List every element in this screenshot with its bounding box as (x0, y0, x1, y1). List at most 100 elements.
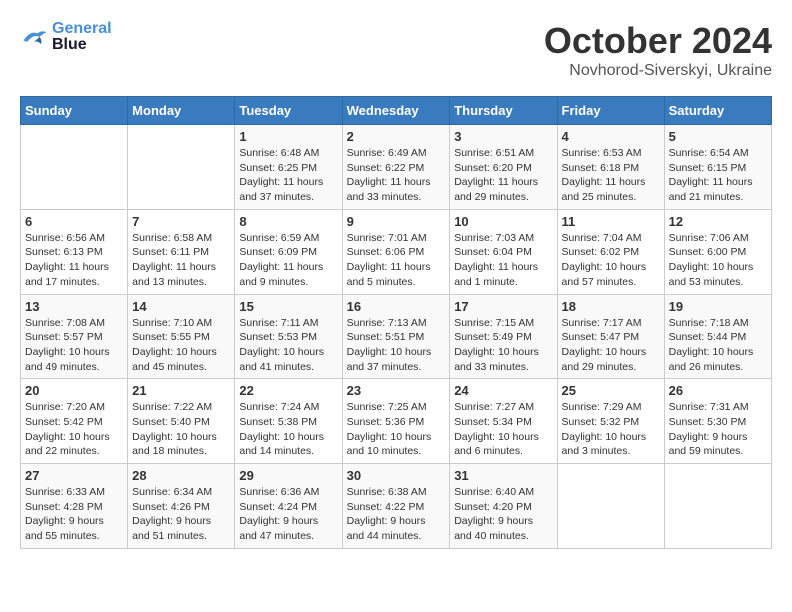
column-header-tuesday: Tuesday (235, 97, 342, 125)
day-info: Sunrise: 7:13 AM Sunset: 5:51 PM Dayligh… (347, 316, 446, 375)
month-title: October 2024 (544, 20, 772, 62)
calendar-table: SundayMondayTuesdayWednesdayThursdayFrid… (20, 96, 772, 549)
calendar-cell: 21Sunrise: 7:22 AM Sunset: 5:40 PM Dayli… (128, 379, 235, 464)
day-info: Sunrise: 6:34 AM Sunset: 4:26 PM Dayligh… (132, 485, 230, 544)
calendar-cell: 24 Sunrise: 7:27 AM Sunset: 5:34 PM Dayli… (450, 379, 557, 464)
day-info: Sunrise: 7:03 AM Sunset: 6:04 PM Dayligh… (454, 231, 552, 290)
calendar-cell: 30Sunrise: 6:38 AM Sunset: 4:22 PM Dayli… (342, 464, 450, 549)
day-number: 28 (132, 468, 230, 483)
day-number: 26 (669, 383, 767, 398)
day-number: 7 (132, 214, 230, 229)
day-info: Sunrise: 7:27 AM Sunset: 5:34 PM Dayligh… (454, 400, 552, 459)
calendar-cell: 22 Sunrise: 7:24 AM Sunset: 5:38 PM Dayli… (235, 379, 342, 464)
day-number: 15 (239, 299, 337, 314)
calendar-cell: 6 Sunrise: 6:56 AM Sunset: 6:13 PM Daylig… (21, 209, 128, 294)
day-info: Sunrise: 6:56 AM Sunset: 6:13 PM Dayligh… (25, 231, 123, 290)
day-number: 17 (454, 299, 552, 314)
calendar-cell: 12 Sunrise: 7:06 AM Sunset: 6:00 PM Dayli… (664, 209, 771, 294)
column-header-monday: Monday (128, 97, 235, 125)
day-number: 22 (239, 383, 337, 398)
day-number: 8 (239, 214, 337, 229)
day-info: Sunrise: 7:06 AM Sunset: 6:00 PM Dayligh… (669, 231, 767, 290)
day-number: 4 (562, 129, 660, 144)
day-number: 20 (25, 383, 123, 398)
day-info: Sunrise: 7:17 AM Sunset: 5:47 PM Dayligh… (562, 316, 660, 375)
day-info: Sunrise: 7:29 AM Sunset: 5:32 PM Dayligh… (562, 400, 660, 459)
day-info: Sunrise: 7:25 AM Sunset: 5:36 PM Dayligh… (347, 400, 446, 459)
day-info: Sunrise: 6:49 AM Sunset: 6:22 PM Dayligh… (347, 146, 446, 205)
day-number: 14 (132, 299, 230, 314)
day-info: Sunrise: 6:59 AM Sunset: 6:09 PM Dayligh… (239, 231, 337, 290)
day-number: 1 (239, 129, 337, 144)
calendar-cell: 3Sunrise: 6:51 AM Sunset: 6:20 PM Daylig… (450, 125, 557, 210)
day-number: 12 (669, 214, 767, 229)
day-number: 25 (562, 383, 660, 398)
page-header: GeneralBlue October 2024 Novhorod-Sivers… (20, 20, 772, 80)
calendar-cell: 1 Sunrise: 6:48 AM Sunset: 6:25 PM Daylig… (235, 125, 342, 210)
calendar-cell: 27 Sunrise: 6:33 AM Sunset: 4:28 PM Dayli… (21, 464, 128, 549)
day-info: Sunrise: 7:20 AM Sunset: 5:42 PM Dayligh… (25, 400, 123, 459)
day-number: 6 (25, 214, 123, 229)
calendar-cell: 17 Sunrise: 7:15 AM Sunset: 5:49 PM Dayli… (450, 294, 557, 379)
day-number: 24 (454, 383, 552, 398)
day-number: 5 (669, 129, 767, 144)
calendar-cell: 10 Sunrise: 7:03 AM Sunset: 6:04 PM Dayli… (450, 209, 557, 294)
day-info: Sunrise: 6:38 AM Sunset: 4:22 PM Dayligh… (347, 485, 446, 544)
day-info: Sunrise: 7:18 AM Sunset: 5:44 PM Dayligh… (669, 316, 767, 375)
calendar-cell: 23 Sunrise: 7:25 AM Sunset: 5:36 PM Dayli… (342, 379, 450, 464)
day-info: Sunrise: 7:10 AM Sunset: 5:55 PM Dayligh… (132, 316, 230, 375)
calendar-cell (21, 125, 128, 210)
calendar-cell: 11Sunrise: 7:04 AM Sunset: 6:02 PM Dayli… (557, 209, 664, 294)
calendar-cell: 14 Sunrise: 7:10 AM Sunset: 5:55 PM Dayli… (128, 294, 235, 379)
day-number: 2 (347, 129, 446, 144)
day-number: 18 (562, 299, 660, 314)
day-number: 10 (454, 214, 552, 229)
day-info: Sunrise: 7:22 AM Sunset: 5:40 PM Dayligh… (132, 400, 230, 459)
calendar-cell: 16 Sunrise: 7:13 AM Sunset: 5:51 PM Dayli… (342, 294, 450, 379)
logo: GeneralBlue (20, 20, 112, 53)
logo-icon (20, 26, 48, 48)
column-header-friday: Friday (557, 97, 664, 125)
calendar-cell: 15Sunrise: 7:11 AM Sunset: 5:53 PM Dayli… (235, 294, 342, 379)
calendar-cell: 7 Sunrise: 6:58 AM Sunset: 6:11 PM Daylig… (128, 209, 235, 294)
day-number: 23 (347, 383, 446, 398)
day-info: Sunrise: 6:58 AM Sunset: 6:11 PM Dayligh… (132, 231, 230, 290)
day-number: 31 (454, 468, 552, 483)
day-info: Sunrise: 6:48 AM Sunset: 6:25 PM Dayligh… (239, 146, 337, 205)
location-subtitle: Novhorod-Siverskyi, Ukraine (544, 62, 772, 80)
calendar-cell: 13Sunrise: 7:08 AM Sunset: 5:57 PM Dayli… (21, 294, 128, 379)
logo-text: GeneralBlue (52, 20, 112, 53)
day-info: Sunrise: 6:33 AM Sunset: 4:28 PM Dayligh… (25, 485, 123, 544)
calendar-cell: 31 Sunrise: 6:40 AM Sunset: 4:20 PM Dayli… (450, 464, 557, 549)
day-number: 19 (669, 299, 767, 314)
day-number: 16 (347, 299, 446, 314)
day-info: Sunrise: 7:15 AM Sunset: 5:49 PM Dayligh… (454, 316, 552, 375)
day-info: Sunrise: 6:51 AM Sunset: 6:20 PM Dayligh… (454, 146, 552, 205)
calendar-cell: 2 Sunrise: 6:49 AM Sunset: 6:22 PM Daylig… (342, 125, 450, 210)
calendar-cell: 20 Sunrise: 7:20 AM Sunset: 5:42 PM Dayli… (21, 379, 128, 464)
day-info: Sunrise: 6:40 AM Sunset: 4:20 PM Dayligh… (454, 485, 552, 544)
day-info: Sunrise: 7:08 AM Sunset: 5:57 PM Dayligh… (25, 316, 123, 375)
calendar-cell (128, 125, 235, 210)
column-header-sunday: Sunday (21, 97, 128, 125)
calendar-cell: 8 Sunrise: 6:59 AM Sunset: 6:09 PM Daylig… (235, 209, 342, 294)
calendar-cell: 26 Sunrise: 7:31 AM Sunset: 5:30 PM Dayli… (664, 379, 771, 464)
title-block: October 2024 Novhorod-Siverskyi, Ukraine (544, 20, 772, 80)
day-info: Sunrise: 7:04 AM Sunset: 6:02 PM Dayligh… (562, 231, 660, 290)
column-header-saturday: Saturday (664, 97, 771, 125)
calendar-cell: 25 Sunrise: 7:29 AM Sunset: 5:32 PM Dayli… (557, 379, 664, 464)
day-number: 29 (239, 468, 337, 483)
day-number: 27 (25, 468, 123, 483)
day-info: Sunrise: 6:36 AM Sunset: 4:24 PM Dayligh… (239, 485, 337, 544)
calendar-cell: 5 Sunrise: 6:54 AM Sunset: 6:15 PM Daylig… (664, 125, 771, 210)
day-info: Sunrise: 6:54 AM Sunset: 6:15 PM Dayligh… (669, 146, 767, 205)
calendar-cell: 9Sunrise: 7:01 AM Sunset: 6:06 PM Daylig… (342, 209, 450, 294)
day-info: Sunrise: 6:53 AM Sunset: 6:18 PM Dayligh… (562, 146, 660, 205)
calendar-cell: 29 Sunrise: 6:36 AM Sunset: 4:24 PM Dayli… (235, 464, 342, 549)
day-info: Sunrise: 7:24 AM Sunset: 5:38 PM Dayligh… (239, 400, 337, 459)
calendar-cell (664, 464, 771, 549)
day-info: Sunrise: 7:31 AM Sunset: 5:30 PM Dayligh… (669, 400, 767, 459)
calendar-cell: 19 Sunrise: 7:18 AM Sunset: 5:44 PM Dayli… (664, 294, 771, 379)
calendar-cell: 4 Sunrise: 6:53 AM Sunset: 6:18 PM Daylig… (557, 125, 664, 210)
day-number: 9 (347, 214, 446, 229)
